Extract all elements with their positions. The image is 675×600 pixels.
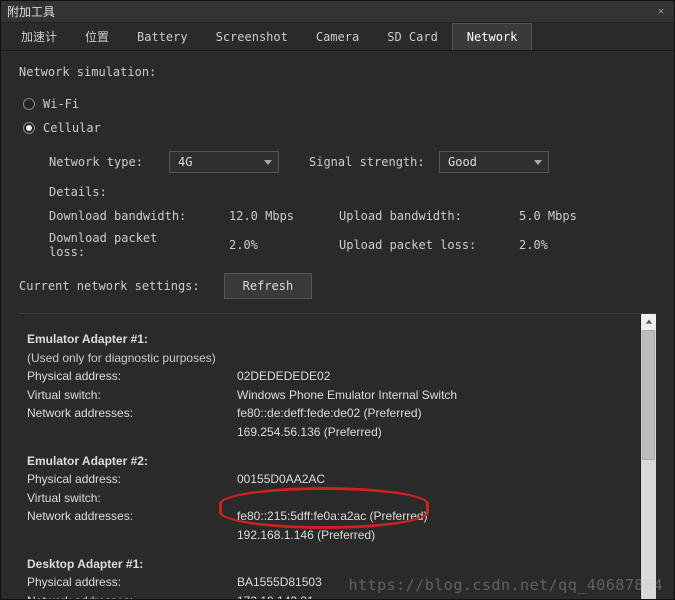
download-pl-label: Download packet loss: — [49, 231, 199, 259]
content-area: Network simulation: Wi-Fi Cellular Netwo… — [1, 51, 674, 599]
scroll-track[interactable] — [641, 330, 656, 599]
emu2-phys-label: Physical address: — [27, 470, 237, 489]
details-label: Details: — [49, 185, 656, 199]
window-root: 附加工具 × 加速计 位置 Battery Screenshot Camera … — [0, 0, 675, 600]
scroll-thumb[interactable] — [642, 330, 655, 460]
chevron-down-icon — [264, 160, 272, 165]
emu2-vswitch — [237, 489, 630, 508]
chevron-down-icon — [534, 160, 542, 165]
radio-cellular-row[interactable]: Cellular — [23, 121, 656, 135]
adapters-list: Emulator Adapter #1: (Used only for diag… — [19, 314, 640, 599]
emu1-vswitch: Windows Phone Emulator Internal Switch — [237, 386, 630, 405]
desk1-naddr-label: Network addresses: — [27, 592, 237, 599]
network-simulation-label: Network simulation: — [19, 65, 656, 79]
emu1-phys-label: Physical address: — [27, 367, 237, 386]
tab-camera[interactable]: Camera — [302, 24, 373, 50]
bandwidth-row: Download bandwidth: 12.0 Mbps Upload ban… — [49, 209, 656, 223]
adapters-pane: Emulator Adapter #1: (Used only for diag… — [19, 313, 656, 599]
radio-wifi[interactable] — [23, 98, 35, 110]
emu1-addr2: 169.254.56.136 (Preferred) — [237, 423, 630, 442]
radio-wifi-label: Wi-Fi — [43, 97, 79, 111]
network-type-select[interactable]: 4G — [169, 151, 279, 173]
tab-battery[interactable]: Battery — [123, 24, 202, 50]
desk1-addr1: 172.19.142.81 — [237, 592, 630, 599]
window-title: 附加工具 — [7, 3, 654, 20]
tab-screenshot[interactable]: Screenshot — [202, 24, 302, 50]
signal-strength-value: Good — [448, 155, 477, 169]
emu1-naddr-label: Network addresses: — [27, 404, 237, 423]
emu2-vswitch-label: Virtual switch: — [27, 489, 237, 508]
network-type-row: Network type: 4G Signal strength: Good — [49, 151, 656, 173]
tab-sdcard[interactable]: SD Card — [373, 24, 452, 50]
download-bw-label: Download bandwidth: — [49, 209, 199, 223]
refresh-button[interactable]: Refresh — [224, 273, 313, 299]
emu2-naddr-label: Network addresses: — [27, 507, 237, 526]
current-settings-label: Current network settings: — [19, 279, 200, 293]
emu2-phys: 00155D0AA2AC — [237, 470, 630, 489]
emu1-addr1: fe80::de:deff:fede:de02 (Preferred) — [237, 404, 630, 423]
network-type-label: Network type: — [49, 155, 169, 169]
tabstrip: 加速计 位置 Battery Screenshot Camera SD Card… — [1, 23, 674, 51]
radio-wifi-row[interactable]: Wi-Fi — [23, 97, 656, 111]
upload-bw-value: 5.0 Mbps — [519, 209, 599, 223]
packetloss-row: Download packet loss: 2.0% Upload packet… — [49, 231, 656, 259]
emu1-title: Emulator Adapter #1: — [27, 330, 630, 349]
upload-bw-label: Upload bandwidth: — [339, 209, 489, 223]
emu1-vswitch-label: Virtual switch: — [27, 386, 237, 405]
signal-strength-select[interactable]: Good — [439, 151, 549, 173]
desk1-phys: BA1555D81503 — [237, 573, 630, 592]
signal-strength-label: Signal strength: — [309, 155, 439, 169]
desk1-phys-label: Physical address: — [27, 573, 237, 592]
emu2-addr2: 192.168.1.146 (Preferred) — [237, 526, 630, 545]
close-icon[interactable]: × — [654, 4, 668, 19]
emu1-phys: 02DEDEDEDE02 — [237, 367, 630, 386]
emu1-note: (Used only for diagnostic purposes) — [27, 349, 630, 368]
connection-radio-group: Wi-Fi Cellular — [23, 89, 656, 145]
download-bw-value: 12.0 Mbps — [229, 209, 309, 223]
emu2-addr1: fe80::215:5dff:fe0a:a2ac (Preferred) — [237, 507, 630, 526]
tab-accelerometer[interactable]: 加速计 — [7, 22, 71, 51]
tab-network[interactable]: Network — [452, 23, 533, 50]
tab-location[interactable]: 位置 — [71, 22, 123, 51]
upload-pl-value: 2.0% — [519, 238, 599, 252]
network-type-value: 4G — [178, 155, 192, 169]
current-settings-row: Current network settings: Refresh — [19, 273, 656, 299]
emu2-title: Emulator Adapter #2: — [27, 452, 630, 471]
titlebar: 附加工具 × — [1, 1, 674, 23]
upload-pl-label: Upload packet loss: — [339, 238, 489, 252]
radio-cellular[interactable] — [23, 122, 35, 134]
radio-cellular-label: Cellular — [43, 121, 101, 135]
desk1-title: Desktop Adapter #1: — [27, 555, 630, 574]
scrollbar[interactable] — [640, 314, 656, 599]
download-pl-value: 2.0% — [229, 238, 309, 252]
scroll-up-icon[interactable] — [641, 314, 656, 330]
